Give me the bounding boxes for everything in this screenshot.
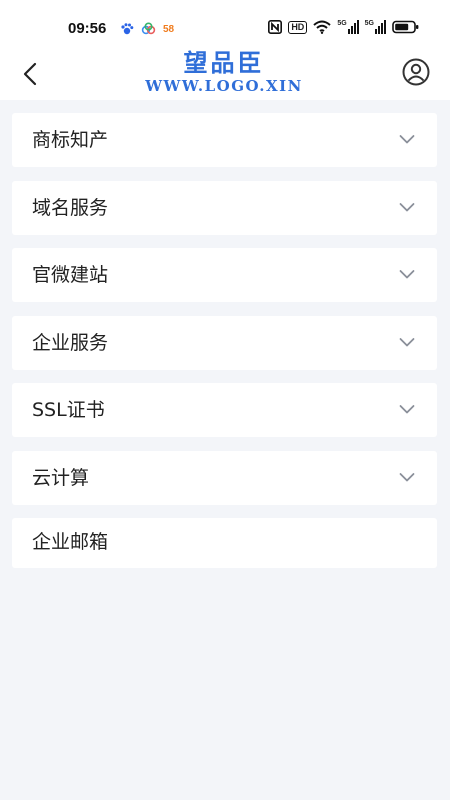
hd-icon: HD — [288, 20, 308, 34]
profile-button[interactable] — [400, 56, 432, 88]
menu-item-ssl[interactable]: SSL证书 — [12, 383, 437, 437]
5g-label: 5G — [337, 20, 347, 27]
header-bar: 望品臣 WWW.LOGO.XIN — [0, 48, 450, 100]
chevron-down-icon — [399, 337, 415, 346]
menu-item-label: SSL证书 — [32, 399, 105, 421]
logo-url: WWW.LOGO.XIN — [145, 77, 303, 95]
5g-signal-icon: 5G — [337, 20, 359, 34]
brand-logo: 望品臣 WWW.LOGO.XIN — [132, 48, 316, 98]
user-circle-icon — [402, 58, 430, 86]
baidu-paw-icon — [121, 23, 134, 35]
menu-item-trademark[interactable]: 商标知产 — [12, 113, 437, 167]
chevron-down-icon — [399, 202, 415, 211]
5g-signal-icon: 5G — [365, 20, 386, 34]
status-time: 09:56 — [68, 20, 107, 37]
menu-item-label: 官微建站 — [32, 264, 109, 286]
status-app-icons: 58 — [120, 22, 174, 36]
wifi-icon — [313, 20, 331, 34]
58-app-icon: 58 — [163, 24, 174, 35]
menu-item-label: 企业邮箱 — [32, 531, 109, 553]
menu-item-cloud[interactable]: 云计算 — [12, 450, 437, 505]
battery-icon — [392, 20, 419, 34]
menu-item-label: 云计算 — [32, 466, 90, 489]
nfc-icon — [268, 20, 283, 34]
58-app-icon-text: 58 — [163, 23, 175, 35]
hd-icon-text: HD — [291, 21, 305, 32]
menu-item-label: 企业服务 — [32, 331, 109, 354]
service-menu: 商标知产 域名服务 官微建站 企业服务 SSL证书 云计算 企业邮箱 — [12, 113, 437, 582]
logo-title: 望品臣 — [183, 48, 265, 77]
chevron-down-icon — [399, 135, 415, 144]
status-bar: 09:56 58 HD 5G 5G — [0, 0, 450, 48]
chevron-down-icon — [399, 270, 415, 279]
menu-item-website[interactable]: 官微建站 — [12, 248, 437, 302]
menu-item-enterprise[interactable]: 企业服务 — [12, 315, 437, 370]
chevron-down-icon — [399, 472, 415, 481]
5g-label: 5G — [364, 20, 374, 27]
menu-item-label: 域名服务 — [32, 196, 109, 219]
chevron-down-icon — [399, 405, 415, 414]
chevron-left-icon — [23, 62, 37, 86]
menu-item-email[interactable]: 企业邮箱 — [12, 518, 437, 568]
back-button[interactable] — [14, 58, 46, 90]
menu-item-label: 商标知产 — [32, 129, 109, 151]
menu-item-domain[interactable]: 域名服务 — [12, 180, 437, 235]
status-system-icons: HD 5G 5G — [268, 20, 420, 34]
baidu-cloud-icon — [141, 22, 156, 35]
